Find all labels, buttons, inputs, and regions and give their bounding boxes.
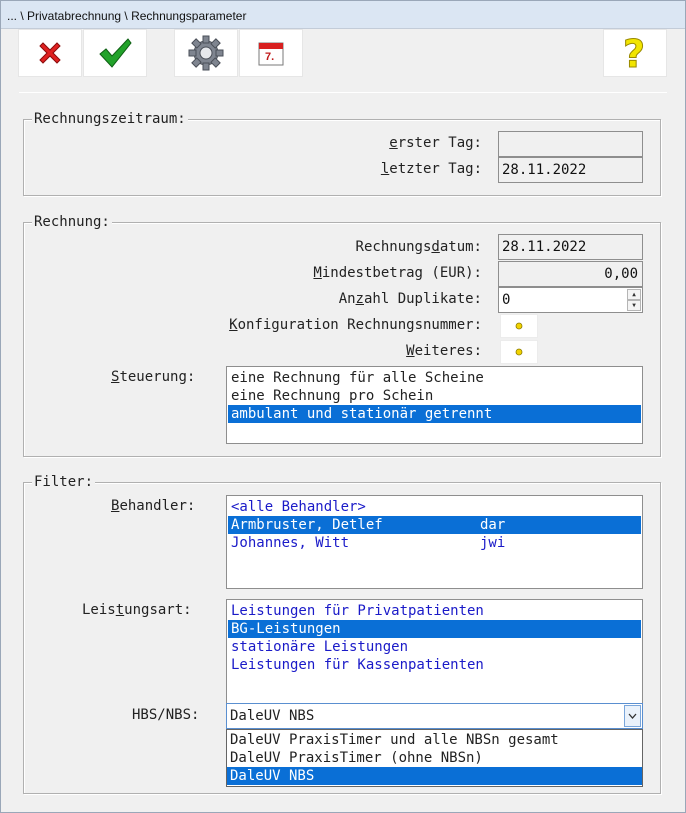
rechnungszeitraum-group: Rechnungszeitraum: erster Tag: letzter T… [23,111,661,196]
letzter-tag-label: letzter Tag: [380,161,482,177]
small-dot-icon [515,348,523,356]
gear-icon [188,35,224,71]
behandler-item[interactable]: Johannes, Witt jwi [228,534,641,552]
spinner-arrows[interactable]: ▲ ▼ [627,289,641,311]
steuerung-option[interactable]: eine Rechnung für alle Scheine [228,369,641,387]
duplikate-label: Anzahl Duplikate: [338,291,482,307]
svg-text:?: ? [623,33,645,73]
cancel-button[interactable] [18,29,82,77]
weiteres-label: Weiteres: [406,343,482,359]
behandler-item-selected[interactable]: Armbruster, Detlef dar [228,516,641,534]
leistungsart-label: Leistungsart: [82,602,192,618]
steuerung-listbox[interactable]: eine Rechnung für alle Scheine eine Rech… [226,366,643,444]
letzter-tag-field[interactable]: 28.11.2022 [498,157,643,183]
rechnungsdatum-field[interactable]: 28.11.2022 [498,234,643,260]
settings-button[interactable] [174,29,238,77]
hbs-nbs-option[interactable]: DaleUV PraxisTimer (ohne NBSn) [227,749,642,767]
erster-tag-label: erster Tag: [389,135,482,151]
hbs-nbs-dropdown-list: DaleUV PraxisTimer und alle NBSn gesamt … [226,729,643,787]
behandler-item[interactable]: <alle Behandler> [228,498,641,516]
spin-up-icon[interactable]: ▲ [627,289,641,300]
leistungsart-listbox[interactable]: Leistungen für Privatpatienten BG-Leistu… [226,599,643,705]
steuerung-label: Steuerung: [111,369,196,385]
rechnungsdatum-label: Rechnungsdatum: [355,239,482,255]
duplikate-spinner[interactable]: 0 ▲ ▼ [498,287,643,313]
combo-dropdown-button[interactable] [624,705,641,727]
spin-down-icon[interactable]: ▼ [627,300,641,311]
rechnung-group: Rechnung: Rechnungsdatum: 28.11.2022 Min… [23,214,661,457]
dialog-window: ... \ Privatabrechnung \ Rechnungsparame… [0,0,686,813]
red-x-icon [39,42,61,64]
leistungsart-item-selected[interactable]: BG-Leistungen [228,620,641,638]
toolbar: 7. ? [1,29,685,79]
behandler-label: Behandler: [111,498,196,514]
weiteres-button[interactable] [500,340,538,364]
rechnung-legend: Rechnung: [32,214,112,230]
rechnungszeitraum-legend: Rechnungszeitraum: [32,111,188,127]
leistungsart-item[interactable]: Leistungen für Privatpatienten [228,602,641,620]
svg-text:7.: 7. [265,51,274,63]
calendar-button[interactable]: 7. [239,29,303,77]
green-check-icon [99,38,132,68]
konfiguration-label: Konfiguration Rechnungsnummer: [229,317,482,333]
window-title: ... \ Privatabrechnung \ Rechnungsparame… [1,1,685,29]
steuerung-option-selected[interactable]: ambulant und stationär getrennt [228,405,641,423]
ok-button[interactable] [83,29,147,77]
mindestbetrag-field[interactable]: 0,00 [498,261,643,287]
hbs-nbs-combobox[interactable]: DaleUV NBS [226,703,643,729]
leistungsart-item[interactable]: Leistungen für Kassenpatienten [228,656,641,674]
erster-tag-field[interactable] [498,131,643,157]
behandler-listbox[interactable]: <alle Behandler> Armbruster, Detlef dar J… [226,495,643,589]
hbs-nbs-option-selected[interactable]: DaleUV NBS [227,767,642,785]
toolbar-separator [19,92,667,93]
question-mark-icon: ? [623,33,646,73]
filter-legend: Filter: [32,474,96,490]
hbs-nbs-label: HBS/NBS: [132,707,200,723]
hbs-nbs-option[interactable]: DaleUV PraxisTimer und alle NBSn gesamt [227,731,642,749]
hbs-nbs-value: DaleUV NBS [230,708,315,724]
filter-group: Filter: Behandler: <alle Behandler> Armb… [23,474,661,794]
calendar-icon: 7. [258,42,284,66]
steuerung-option[interactable]: eine Rechnung pro Schein [228,387,641,405]
leistungsart-item[interactable]: stationäre Leistungen [228,638,641,656]
chevron-down-icon [628,713,637,719]
konfiguration-button[interactable] [500,314,538,338]
duplikate-value: 0 [502,292,511,308]
mindestbetrag-label: Mindestbetrag (EUR): [313,265,482,281]
help-button[interactable]: ? [603,29,667,77]
small-dot-icon [515,322,523,330]
